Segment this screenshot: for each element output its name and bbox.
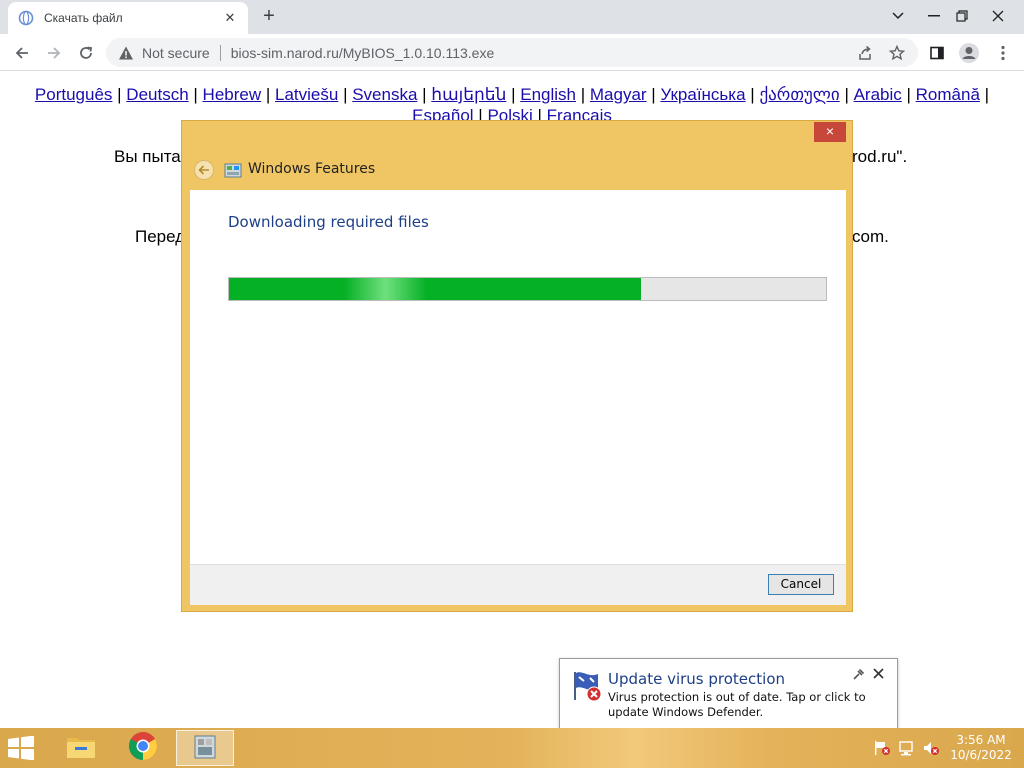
toast-message: Virus protection is out of date. Tap or …: [608, 690, 866, 719]
dialog-footer: Cancel: [190, 564, 846, 605]
toast-settings-icon[interactable]: [852, 668, 866, 682]
language-link[interactable]: Română: [916, 85, 980, 104]
minimize-window-icon[interactable]: [920, 4, 948, 28]
download-progress-bar: [228, 277, 827, 301]
language-link[interactable]: Hebrew: [203, 85, 262, 104]
browser-tabstrip: Скачать файл ✕ +: [0, 0, 1024, 34]
page-text-line-1-start: Вы пыта: [114, 147, 181, 166]
language-separator: |: [901, 85, 916, 104]
windows-start-icon[interactable]: [6, 735, 38, 762]
windows-taskbar: 3:56 AM 10/6/2022: [0, 728, 1024, 768]
language-separator: |: [338, 85, 353, 104]
language-separator: |: [417, 85, 432, 104]
toast-close-icon[interactable]: [873, 667, 887, 681]
taskbar-chrome[interactable]: [114, 730, 172, 766]
language-link[interactable]: ქართული: [759, 85, 839, 104]
dialog-back-arrow-icon[interactable]: [194, 160, 214, 180]
loading-globe-icon: [18, 10, 34, 26]
taskbar-file-explorer[interactable]: [52, 730, 110, 766]
toast-title: Update virus protection: [608, 670, 786, 688]
url-text[interactable]: bios-sim.narod.ru/MyBIOS_1.0.10.113.exe: [231, 45, 495, 61]
chrome-icon: [128, 731, 158, 766]
language-separator: |: [839, 85, 854, 104]
dialog-heading: Downloading required files: [228, 213, 429, 231]
language-link[interactable]: Deutsch: [126, 85, 188, 104]
defender-flag-error-icon: [570, 669, 606, 705]
page-text-line-1-end: rod.ru".: [852, 147, 908, 166]
clock-date: 10/6/2022: [950, 748, 1012, 762]
language-link[interactable]: հայերեն: [431, 85, 506, 104]
dialog-body: Downloading required files: [190, 190, 846, 564]
bookmark-star-icon[interactable]: [884, 40, 910, 66]
page-text-line-2-start: Перед: [135, 227, 186, 246]
profile-avatar-icon[interactable]: [956, 40, 982, 66]
tab-search-chevron-icon[interactable]: [884, 4, 912, 28]
page-text-line-2-end: com.: [852, 227, 889, 246]
dialog-close-button[interactable]: ×: [814, 122, 846, 142]
not-secure-label[interactable]: Not secure: [142, 45, 210, 61]
network-icon[interactable]: [898, 740, 916, 756]
restore-window-icon[interactable]: [948, 4, 976, 28]
back-arrow-icon[interactable]: [9, 40, 35, 66]
language-link[interactable]: Latviešu: [275, 85, 338, 104]
address-divider: [219, 44, 221, 61]
language-link[interactable]: English: [520, 85, 576, 104]
language-link[interactable]: Українська: [660, 85, 745, 104]
progress-fill: [229, 278, 641, 300]
forward-arrow-icon[interactable]: [41, 40, 67, 66]
tab-close-icon[interactable]: ✕: [222, 10, 238, 26]
clock-time: 3:56 AM: [956, 733, 1006, 747]
language-link[interactable]: Svenska: [352, 85, 417, 104]
new-tab-button[interactable]: +: [258, 6, 280, 28]
address-bar[interactable]: Not secure bios-sim.narod.ru/MyBIOS_1.0.…: [106, 38, 918, 67]
dialog-title: Windows Features: [248, 161, 376, 177]
browser-toolbar: Not secure bios-sim.narod.ru/MyBIOS_1.0.…: [0, 34, 1024, 71]
file-explorer-icon: [65, 732, 97, 765]
volume-muted-icon[interactable]: [922, 740, 940, 756]
warning-triangle-icon[interactable]: [118, 45, 134, 61]
language-separator: |: [979, 85, 990, 104]
language-link[interactable]: Arabic: [854, 85, 902, 104]
windows-features-dialog: × Windows Features Downloading required …: [181, 120, 853, 612]
defender-notification[interactable]: Update virus protection Virus protection…: [559, 658, 898, 729]
reload-icon[interactable]: [73, 40, 99, 66]
tab-title: Скачать файл: [44, 11, 123, 25]
taskbar-clock[interactable]: 3:56 AM 10/6/2022: [946, 733, 1016, 763]
side-panel-icon[interactable]: [924, 40, 950, 66]
windows-features-taskbar-icon: [191, 732, 219, 765]
language-separator: |: [188, 85, 203, 104]
share-icon[interactable]: [852, 40, 878, 66]
more-menu-icon[interactable]: [990, 40, 1016, 66]
language-link[interactable]: Português: [35, 85, 113, 104]
browser-tab[interactable]: Скачать файл ✕: [8, 2, 248, 34]
language-separator: |: [745, 85, 760, 104]
close-window-icon[interactable]: [984, 4, 1012, 28]
language-separator: |: [576, 85, 590, 104]
language-separator: |: [506, 85, 521, 104]
language-separator: |: [261, 85, 276, 104]
language-separator: |: [112, 85, 127, 104]
windows-features-app-icon: [224, 161, 242, 179]
action-center-flag-icon[interactable]: [873, 740, 891, 756]
language-separator: |: [646, 85, 661, 104]
language-link[interactable]: Magyar: [590, 85, 647, 104]
taskbar-windows-features[interactable]: [176, 730, 234, 766]
cancel-button[interactable]: Cancel: [768, 574, 834, 595]
